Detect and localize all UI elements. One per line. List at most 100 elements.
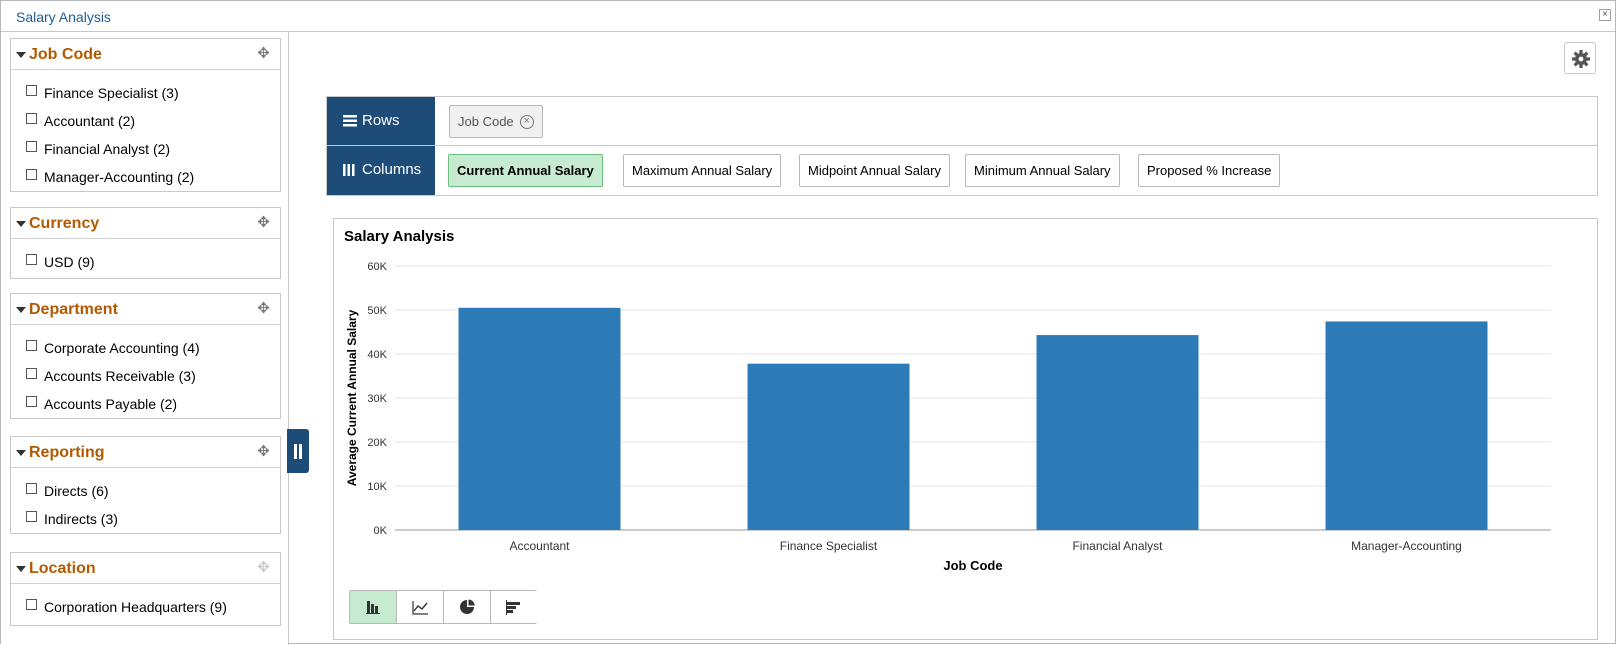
- title-bar: Salary Analysis ×: [1, 1, 1615, 32]
- facet-item[interactable]: Accounts Receivable (3): [11, 362, 280, 390]
- facet-item-label: USD (9): [44, 254, 95, 270]
- facet-job-code: Job Code ✥ Finance Specialist (3) Accoun…: [10, 38, 281, 192]
- gear-icon[interactable]: [1564, 42, 1596, 74]
- y-tick-label: 10K: [367, 481, 387, 493]
- rows-icon: [343, 115, 357, 127]
- collapse-triangle-icon[interactable]: [16, 307, 26, 313]
- column-chip-current-annual-salary[interactable]: Current Annual Salary: [448, 154, 603, 187]
- column-chip-proposed-increase[interactable]: Proposed % Increase: [1138, 154, 1281, 187]
- columns-label-cell: Columns: [327, 146, 435, 195]
- column-chip-minimum-annual-salary[interactable]: Minimum Annual Salary: [965, 154, 1120, 187]
- move-icon[interactable]: ✥: [255, 443, 272, 460]
- bar-chart: 0K 10K 20K 30K 40K 50K 60K Accountant Finance Sp…: [345, 261, 1551, 573]
- facet-item[interactable]: USD (9): [11, 248, 280, 276]
- facet-panel: Job Code ✥ Finance Specialist (3) Accoun…: [1, 32, 289, 645]
- facet-department: Department ✥ Corporate Accounting (4) Ac…: [10, 293, 281, 419]
- y-axis-label: Average Current Annual Salary: [345, 309, 359, 486]
- facet-item[interactable]: Indirects (3): [11, 505, 280, 533]
- chip-label: Job Code: [458, 114, 514, 129]
- checkbox[interactable]: [26, 254, 37, 265]
- bar-finance-specialist: [747, 363, 910, 530]
- bar-chart-button[interactable]: [350, 591, 397, 623]
- facet-title: Currency: [29, 215, 100, 232]
- facet-item[interactable]: Directs (6): [11, 477, 280, 505]
- remove-icon[interactable]: ×: [519, 114, 534, 129]
- columns-row: Columns Current Annual Salary Maximum An…: [327, 146, 1597, 195]
- facet-item[interactable]: Corporation Headquarters (9): [11, 593, 280, 621]
- bar-accountant: [458, 307, 621, 530]
- pie-chart-button[interactable]: [444, 591, 491, 623]
- line-chart-icon: [412, 601, 428, 615]
- x-tick-label: Finance Specialist: [780, 539, 878, 553]
- checkbox[interactable]: [26, 483, 37, 494]
- y-tick-label: 60K: [367, 261, 387, 273]
- move-icon[interactable]: ✥: [255, 45, 272, 62]
- bar-manager-accounting: [1325, 321, 1488, 530]
- checkbox[interactable]: [26, 368, 37, 379]
- x-tick-label: Manager-Accounting: [1351, 539, 1462, 553]
- bar-chart-icon: [366, 601, 380, 614]
- collapse-triangle-icon[interactable]: [16, 221, 26, 227]
- chart-type-toolbar: [349, 590, 538, 624]
- checkbox[interactable]: [26, 396, 37, 407]
- facet-reporting: Reporting ✥ Directs (6) Indirects (3): [10, 436, 281, 534]
- chart-panel: Salary Analysis 0K 10K 20K 30K 40K 50K 60K Acco…: [333, 218, 1598, 640]
- facet-header[interactable]: Currency ✥: [11, 208, 280, 239]
- facet-header[interactable]: Department ✥: [11, 294, 280, 325]
- columns-icon: [343, 164, 355, 176]
- facet-title: Reporting: [29, 444, 105, 461]
- checkbox[interactable]: [26, 511, 37, 522]
- y-tick-label: 0K: [374, 525, 388, 537]
- x-axis-label: Job Code: [943, 558, 1002, 573]
- line-chart-button[interactable]: [397, 591, 444, 623]
- horizontal-bar-chart-button[interactable]: [491, 591, 538, 623]
- move-icon[interactable]: ✥: [255, 214, 272, 231]
- x-tick-label: Accountant: [509, 539, 570, 553]
- checkbox[interactable]: [26, 599, 37, 610]
- facet-header[interactable]: Reporting ✥: [11, 437, 280, 468]
- facet-item-label: Directs (6): [44, 483, 109, 499]
- x-tick-label: Financial Analyst: [1072, 539, 1163, 553]
- facet-currency: Currency ✥ USD (9): [10, 207, 281, 279]
- rows-label-cell: Rows: [327, 97, 435, 145]
- facet-item[interactable]: Financial Analyst (2): [11, 135, 280, 163]
- facet-item-label: Financial Analyst (2): [44, 141, 171, 157]
- facet-item[interactable]: Finance Specialist (3): [11, 79, 280, 107]
- collapse-triangle-icon[interactable]: [16, 566, 26, 572]
- checkbox[interactable]: [26, 340, 37, 351]
- facet-title: Department: [29, 301, 118, 318]
- bar-financial-analyst: [1036, 335, 1199, 530]
- collapse-triangle-icon[interactable]: [16, 52, 26, 58]
- columns-label: Columns: [362, 161, 422, 178]
- facet-item-label: Finance Specialist (3): [44, 85, 179, 101]
- facet-header[interactable]: Job Code ✥: [11, 39, 280, 70]
- collapse-panel-handle[interactable]: [287, 429, 309, 473]
- horizontal-bar-icon: [506, 600, 520, 615]
- facet-item-label: Accountant (2): [44, 113, 136, 129]
- close-icon[interactable]: ×: [1599, 9, 1611, 21]
- y-tick-label: 50K: [367, 305, 387, 317]
- row-chip-job-code[interactable]: Job Code ×: [449, 105, 543, 138]
- facet-item-label: Accounts Receivable (3): [44, 368, 196, 384]
- move-icon[interactable]: ✥: [255, 559, 272, 576]
- facet-title: Location: [29, 560, 96, 577]
- facet-item[interactable]: Manager-Accounting (2): [11, 163, 280, 191]
- pause-icon: [294, 444, 297, 459]
- move-icon[interactable]: ✥: [255, 300, 272, 317]
- checkbox[interactable]: [26, 141, 37, 152]
- facet-item-label: Corporate Accounting (4): [44, 340, 200, 356]
- y-tick-label: 30K: [367, 393, 387, 405]
- facet-location: Location ✥ Corporation Headquarters (9): [10, 552, 281, 626]
- checkbox[interactable]: [26, 113, 37, 124]
- checkbox[interactable]: [26, 85, 37, 96]
- facet-item[interactable]: Accounts Payable (2): [11, 390, 280, 418]
- collapse-triangle-icon[interactable]: [16, 450, 26, 456]
- column-chip-midpoint-annual-salary[interactable]: Midpoint Annual Salary: [799, 154, 950, 187]
- pie-chart-icon: [460, 599, 475, 614]
- facet-item[interactable]: Accountant (2): [11, 107, 280, 135]
- column-chip-maximum-annual-salary[interactable]: Maximum Annual Salary: [623, 154, 782, 187]
- checkbox[interactable]: [26, 169, 37, 180]
- rows-label: Rows: [362, 112, 400, 129]
- facet-item[interactable]: Corporate Accounting (4): [11, 334, 280, 362]
- facet-header[interactable]: Location ✥: [11, 553, 280, 584]
